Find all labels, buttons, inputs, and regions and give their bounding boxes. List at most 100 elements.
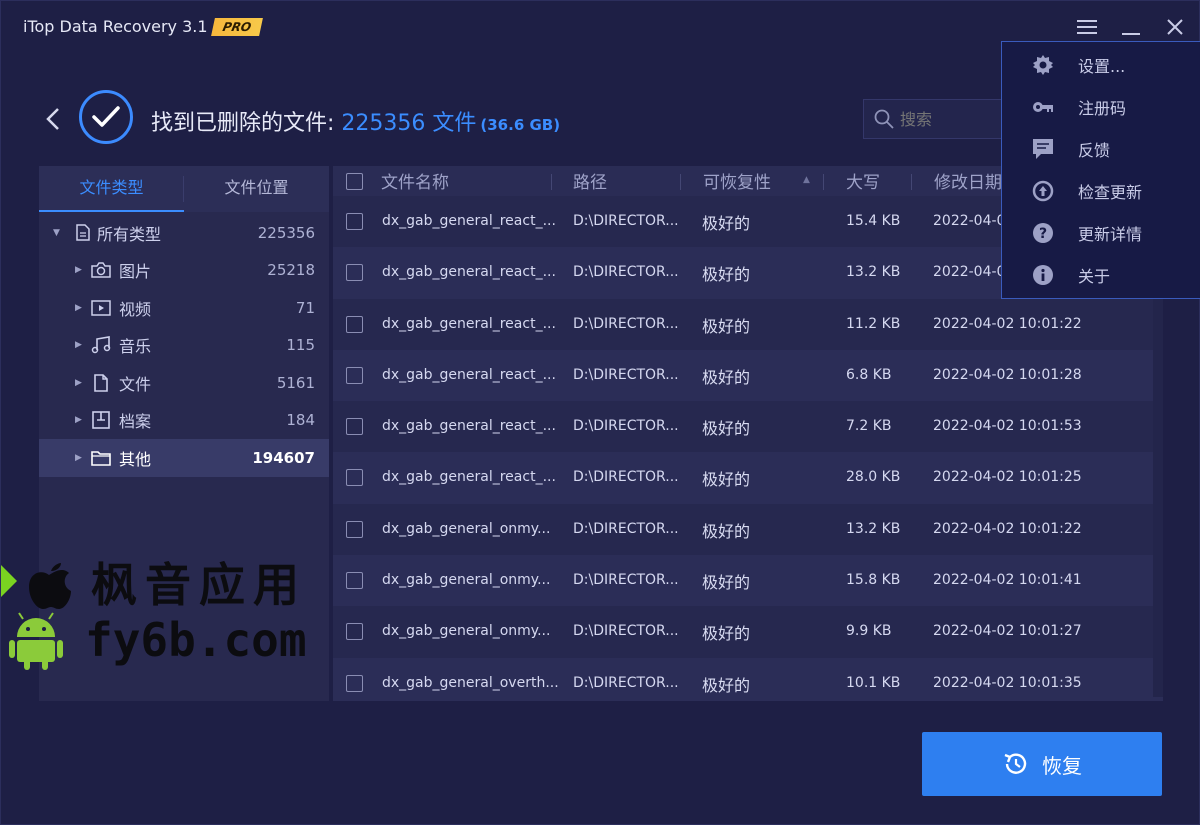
minimize-button[interactable] (1117, 13, 1145, 41)
column-header-recoverability[interactable]: 可恢复性 (703, 168, 771, 193)
cell-size: 15.8 KB (846, 572, 901, 589)
sidebar-item-all-types[interactable]: ▼ 所有类型 225356 (39, 214, 329, 252)
search-box[interactable] (863, 99, 1013, 139)
cell-size: 13.2 KB (846, 520, 901, 537)
sidebar-item-documents[interactable]: ▶ 文件 5161 (39, 364, 329, 402)
cell-recoverability: 极好的 (702, 367, 751, 387)
watermark: 枫音应用 fy6b.com (1, 549, 321, 677)
recover-button[interactable]: 恢复 (922, 732, 1162, 796)
sidebar-item-label: 所有类型 (97, 224, 162, 244)
table-row[interactable]: dx_gab_general_overth... D:\DIRECTOR... 极好… (333, 657, 1163, 701)
close-button[interactable] (1161, 13, 1189, 41)
cell-size: 11.2 KB (846, 315, 901, 332)
column-header-size[interactable]: 大写 (846, 168, 880, 193)
pro-badge: PRO (211, 18, 263, 36)
cell-recoverability: 极好的 (702, 265, 751, 285)
select-all-checkbox[interactable] (346, 173, 363, 190)
android-logo-icon (9, 612, 63, 670)
table-row[interactable]: dx_gab_general_react_... D:\DIRECTOR... 极好… (333, 298, 1163, 350)
row-checkbox[interactable] (346, 418, 363, 436)
row-checkbox[interactable] (346, 520, 363, 538)
menu-button[interactable] (1073, 13, 1101, 41)
table-row[interactable]: dx_gab_general_onmy... D:\DIRECTOR... 极好的 9… (333, 606, 1163, 658)
table-row[interactable]: dx_gab_general_onmy... D:\DIRECTOR... 极好的 1… (333, 555, 1163, 607)
sidebar-item-archives[interactable]: ▶ 档案 184 (39, 402, 329, 440)
sidebar-item-images[interactable]: ▶ 图片 25218 (39, 252, 329, 290)
menu-item-update-details[interactable]: ? 更新详情 (1002, 212, 1200, 254)
watermark-url: fy6b.com (85, 613, 307, 667)
cell-path: D:\DIRECTOR... (573, 469, 679, 486)
back-button[interactable] (41, 105, 65, 133)
sidebar-item-label: 档案 (119, 412, 152, 432)
row-checkbox[interactable] (346, 264, 363, 282)
cell-file-name: dx_gab_general_react_... (382, 469, 556, 486)
row-checkbox[interactable] (346, 366, 363, 384)
caret-right-icon[interactable]: ▶ (75, 340, 82, 350)
close-icon (1167, 19, 1183, 35)
table-row[interactable]: dx_gab_general_onmy... D:\DIRECTOR... 极好的 1… (333, 503, 1163, 556)
sidebar-item-count: 25218 (267, 261, 315, 280)
menu-item-label: 关于 (1078, 267, 1111, 286)
svg-text:?: ? (1039, 226, 1047, 242)
apple-logo-icon (29, 563, 71, 609)
sidebar-item-count: 5161 (276, 373, 315, 392)
app-title: iTop Data Recovery 3.1 (23, 17, 208, 36)
sidebar-item-music[interactable]: ▶ 音乐 115 (39, 327, 329, 365)
column-divider (551, 174, 552, 190)
sort-ascending-icon[interactable]: ▲ (803, 175, 810, 185)
caret-right-icon[interactable]: ▶ (75, 378, 82, 388)
sidebar-item-label: 其他 (119, 449, 152, 469)
row-checkbox[interactable] (346, 315, 363, 333)
cell-recoverability: 极好的 (702, 214, 751, 233)
menu-item-check-update[interactable]: 检查更新 (1002, 170, 1200, 212)
sidebar-item-count: 115 (286, 336, 315, 355)
success-check-icon (79, 90, 133, 144)
sidebar-item-count: 184 (286, 411, 315, 430)
search-input[interactable] (900, 109, 1000, 129)
cell-file-name: dx_gab_general_onmy... (382, 623, 551, 640)
caret-down-icon[interactable]: ▼ (53, 228, 60, 238)
file-icon (91, 373, 111, 393)
key-icon (1032, 96, 1054, 118)
found-count: 225356 (341, 111, 426, 136)
cell-path: D:\DIRECTOR... (573, 623, 679, 640)
column-header-path[interactable]: 路径 (573, 168, 607, 193)
menu-item-license-key[interactable]: 注册码 (1002, 86, 1200, 128)
column-header-modified[interactable]: 修改日期 (934, 168, 1002, 193)
row-checkbox[interactable] (346, 623, 363, 641)
table-row[interactable]: dx_gab_general_react_... D:\DIRECTOR... 极好… (333, 349, 1163, 402)
caret-right-icon[interactable]: ▶ (75, 415, 82, 425)
cell-file-name: dx_gab_general_react_... (382, 213, 556, 229)
row-checkbox[interactable] (346, 469, 363, 487)
table-row[interactable]: dx_gab_general_react_... D:\DIRECTOR... 极好… (333, 452, 1163, 504)
sidebar-item-count: 71 (295, 298, 315, 317)
cell-file-name: dx_gab_general_react_... (382, 264, 556, 281)
caret-right-icon[interactable]: ▶ (75, 453, 82, 463)
row-checkbox[interactable] (346, 213, 363, 230)
camera-icon (91, 260, 111, 280)
sidebar-item-label: 图片 (119, 262, 152, 282)
table-row[interactable]: dx_gab_general_react_... D:\DIRECTOR... 极好… (333, 401, 1163, 453)
caret-right-icon[interactable]: ▶ (75, 265, 82, 275)
menu-item-feedback[interactable]: 反馈 (1002, 128, 1200, 170)
tab-file-type[interactable]: 文件类型 (39, 166, 184, 212)
column-divider (823, 174, 824, 190)
row-checkbox[interactable] (346, 674, 363, 692)
caret-right-icon[interactable]: ▶ (75, 303, 82, 313)
sidebar-item-label: 音乐 (119, 337, 152, 357)
menu-item-settings[interactable]: 设置... (1002, 44, 1200, 86)
sidebar-item-other[interactable]: ▶ 其他 194607 (39, 439, 329, 477)
cell-size: 9.9 KB (846, 623, 892, 640)
cell-path: D:\DIRECTOR... (573, 674, 679, 691)
folder-icon (91, 448, 111, 468)
minimize-icon (1122, 33, 1140, 35)
menu-item-about[interactable]: 关于 (1002, 254, 1200, 296)
menu-item-label: 注册码 (1078, 99, 1127, 118)
tab-file-location[interactable]: 文件位置 (184, 166, 329, 212)
cell-file-name: dx_gab_general_onmy... (382, 572, 551, 589)
row-checkbox[interactable] (346, 572, 363, 590)
sidebar-item-videos[interactable]: ▶ 视频 71 (39, 289, 329, 327)
sidebar-item-label: 文件 (119, 374, 152, 394)
column-header-name[interactable]: 文件名称 (381, 168, 449, 193)
menu-item-label: 设置... (1078, 57, 1126, 76)
